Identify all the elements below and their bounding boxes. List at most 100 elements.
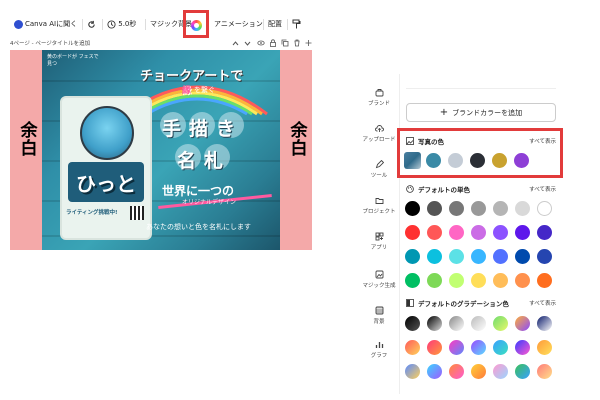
rail-item-magic-media[interactable]: マジック生成 xyxy=(360,270,398,289)
add-brand-color-button[interactable]: + ブランドカラーを追加 xyxy=(406,103,556,122)
show-all-photo-colors-link[interactable]: すべて表示 xyxy=(529,137,556,145)
undo-redo-button[interactable] xyxy=(87,16,96,32)
color-swatch[interactable] xyxy=(537,225,552,240)
folder-icon xyxy=(375,198,383,204)
color-swatch[interactable] xyxy=(448,153,463,168)
gradient-swatch[interactable] xyxy=(537,316,552,331)
position-button[interactable]: 配置 xyxy=(268,16,282,32)
gradient-swatch[interactable] xyxy=(405,340,420,355)
lock-icon[interactable] xyxy=(269,39,277,47)
paint-roller-icon xyxy=(292,19,301,29)
color-swatch[interactable] xyxy=(405,273,420,288)
right-margin-label: 余白 xyxy=(286,121,307,162)
color-swatch[interactable] xyxy=(492,153,507,168)
gradient-swatch[interactable] xyxy=(471,316,486,331)
gradient-swatch[interactable] xyxy=(449,364,464,379)
divider xyxy=(263,19,264,30)
gradient-swatch[interactable] xyxy=(537,364,552,379)
trash-icon[interactable] xyxy=(293,39,301,47)
name-badge: ひっと ライティング挑戦中! xyxy=(60,96,152,240)
gradient-swatch[interactable] xyxy=(515,364,530,379)
color-swatch[interactable] xyxy=(537,249,552,264)
gradient-swatch[interactable] xyxy=(449,316,464,331)
color-swatch[interactable] xyxy=(405,201,420,216)
gradient-swatch[interactable] xyxy=(427,364,442,379)
gradient-swatch[interactable] xyxy=(405,364,420,379)
design-canvas[interactable]: 余白 余白 黄のボードが フェスで見つ チョークアートで 縁 を繋ぐ ひっと ラ… xyxy=(10,50,312,250)
color-swatch[interactable] xyxy=(493,273,508,288)
color-swatch[interactable] xyxy=(493,249,508,264)
color-swatch[interactable] xyxy=(405,249,420,264)
gradient-swatch[interactable] xyxy=(471,340,486,355)
image-icon xyxy=(406,137,414,145)
color-swatch[interactable] xyxy=(470,153,485,168)
rail-label: ツール xyxy=(370,173,388,179)
show-all-gradient-colors-link[interactable]: すべて表示 xyxy=(529,299,556,307)
ask-canva-ai-button[interactable]: Canva AIに聞く xyxy=(14,16,77,32)
gradient-swatch[interactable] xyxy=(493,364,508,379)
color-swatch[interactable] xyxy=(471,225,486,240)
gradient-swatch[interactable] xyxy=(471,364,486,379)
color-swatch[interactable] xyxy=(449,273,464,288)
gradient-swatch[interactable] xyxy=(427,340,442,355)
color-picker-button[interactable] xyxy=(191,17,202,33)
animation-label: アニメーション xyxy=(214,20,263,28)
color-swatch[interactable] xyxy=(515,225,530,240)
color-swatch[interactable] xyxy=(449,201,464,216)
color-swatch[interactable] xyxy=(427,249,442,264)
gradient-swatch[interactable] xyxy=(449,340,464,355)
photo-thumbnail[interactable] xyxy=(404,152,421,169)
color-swatch[interactable] xyxy=(427,273,442,288)
color-swatch[interactable] xyxy=(427,225,442,240)
gradient-swatch[interactable] xyxy=(515,340,530,355)
color-swatch[interactable] xyxy=(426,153,441,168)
plus-icon: + xyxy=(439,107,449,118)
chevron-up-icon[interactable] xyxy=(232,40,239,47)
divider xyxy=(82,19,83,30)
color-swatch[interactable] xyxy=(449,249,464,264)
design-photo[interactable]: 黄のボードが フェスで見つ チョークアートで 縁 を繋ぐ ひっと ライティング挑… xyxy=(42,50,280,250)
color-swatch[interactable] xyxy=(514,153,529,168)
color-swatch[interactable] xyxy=(471,273,486,288)
color-wheel-icon xyxy=(191,19,202,31)
rail-item-charts[interactable]: グラフ xyxy=(360,340,398,359)
tagline-3: あなたの想いと色を名札にします xyxy=(146,223,251,231)
rail-item-background[interactable]: 背景 xyxy=(360,306,398,325)
solid-colors-title: デフォルトの単色 xyxy=(406,184,470,194)
color-swatch[interactable] xyxy=(449,225,464,240)
color-swatch[interactable] xyxy=(405,225,420,240)
page-title[interactable]: 4ページ - ページタイトルを追加 xyxy=(10,39,90,47)
rail-item-tools[interactable]: ツール xyxy=(360,160,398,179)
rail-item-uploads[interactable]: アップロード xyxy=(360,124,398,143)
color-swatch[interactable] xyxy=(515,273,530,288)
color-swatch[interactable] xyxy=(515,201,530,216)
rail-label: プロジェクト xyxy=(362,209,396,215)
gradient-swatch[interactable] xyxy=(493,316,508,331)
color-swatch[interactable] xyxy=(493,201,508,216)
color-swatch[interactable] xyxy=(493,225,508,240)
gradient-swatch[interactable] xyxy=(427,316,442,331)
color-swatch[interactable] xyxy=(515,249,530,264)
hide-eye-icon[interactable] xyxy=(257,39,265,47)
color-swatch[interactable] xyxy=(471,201,486,216)
animation-button[interactable]: アニメーション xyxy=(214,16,263,32)
gradient-swatch[interactable] xyxy=(515,316,530,331)
chevron-down-icon[interactable] xyxy=(244,40,251,47)
duplicate-icon[interactable] xyxy=(281,39,289,47)
color-swatch[interactable] xyxy=(537,273,552,288)
add-page-icon[interactable] xyxy=(305,39,312,47)
position-label: 配置 xyxy=(268,20,282,28)
gradient-swatch[interactable] xyxy=(405,316,420,331)
color-swatch[interactable] xyxy=(471,249,486,264)
gradient-swatch[interactable] xyxy=(493,340,508,355)
rail-item-brand[interactable]: ブランド xyxy=(360,88,398,107)
color-swatch[interactable] xyxy=(537,201,552,216)
duration-button[interactable]: 5.0秒 xyxy=(107,16,136,32)
rail-item-apps[interactable]: アプリ xyxy=(360,232,398,251)
paint-format-button[interactable] xyxy=(292,16,301,32)
color-swatch[interactable] xyxy=(427,201,442,216)
gradient-swatch[interactable] xyxy=(537,340,552,355)
top-note-text: 黄のボードが フェスで見つ xyxy=(47,54,99,67)
show-all-solid-colors-link[interactable]: すべて表示 xyxy=(529,185,556,193)
rail-item-projects[interactable]: プロジェクト xyxy=(360,196,398,215)
